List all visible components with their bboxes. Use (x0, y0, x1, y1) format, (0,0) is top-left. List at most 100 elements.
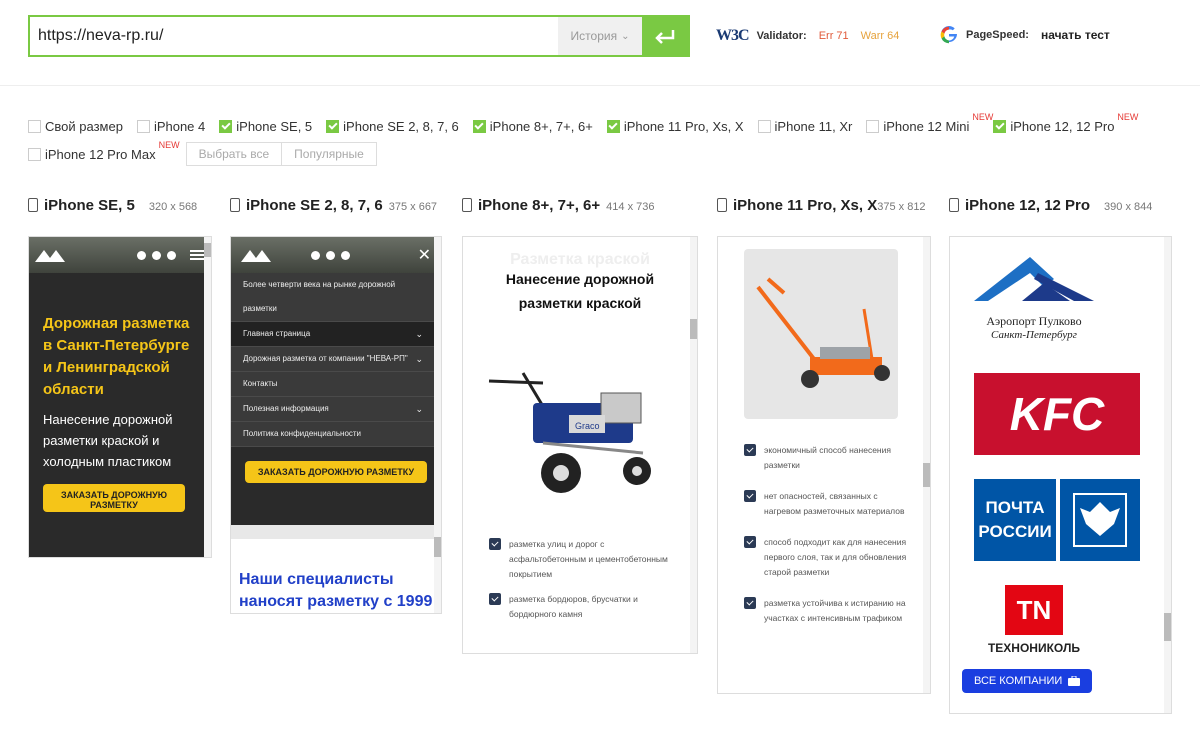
device-label: iPhone 11, Xr (774, 118, 853, 134)
scrollbar-thumb[interactable] (204, 243, 211, 257)
benefit-text: нет опасностей, связанных с нагревом раз… (764, 491, 905, 516)
checkbox[interactable] (757, 119, 771, 133)
phone-icon[interactable] (311, 250, 320, 260)
telegram-icon[interactable] (341, 250, 350, 260)
device-option[interactable]: iPhone 12 Mini NEW (866, 112, 993, 134)
benefits-list: экономичный способ нанесения разметки не… (744, 443, 914, 626)
menu-item-label: Политика конфиденциальности (243, 429, 362, 438)
device-option[interactable]: Свой размер (28, 119, 123, 134)
tehnonikol-logo: TN ТЕХНОНИКОЛЬ (974, 585, 1094, 661)
google-icon (940, 26, 957, 44)
preview-frame[interactable]: экономичный способ нанесения разметки не… (717, 236, 931, 694)
enter-icon (655, 30, 675, 44)
device-option[interactable]: iPhone SE 2, 8, 7, 6 (326, 119, 459, 134)
checkbox[interactable] (472, 119, 486, 133)
new-badge: NEW (1117, 111, 1139, 122)
phone-icon[interactable] (137, 250, 146, 260)
telegram-icon[interactable] (167, 250, 176, 260)
validator-errors-link[interactable]: Err 71 (819, 30, 849, 42)
checkbox[interactable] (993, 119, 1007, 133)
preview-header: iPhone 8+, 7+, 6+ 414 x 736 (462, 196, 654, 218)
site-logo-icon (35, 248, 65, 262)
go-button[interactable] (642, 17, 688, 55)
history-label: История (570, 29, 618, 43)
menu-item[interactable]: Контакты (231, 372, 441, 397)
scrollbar-thumb[interactable] (1164, 613, 1171, 641)
scrollbar[interactable] (690, 237, 697, 653)
preview-frame[interactable]: Дорожная разметка в Санкт-Петербурге и Л… (28, 236, 212, 558)
scrollbar-thumb[interactable] (690, 319, 697, 339)
benefit-item: нет опасностей, связанных с нагревом раз… (744, 489, 914, 519)
tn-badge: TN (1005, 585, 1063, 635)
order-button[interactable]: ЗАКАЗАТЬ ДОРОЖНУЮ РАЗМЕТКУ (245, 461, 427, 483)
scrollbar[interactable] (923, 237, 930, 693)
whatsapp-icon[interactable] (152, 250, 161, 260)
menu-item[interactable]: Более четверти века на рынке дорожной ра… (231, 273, 441, 322)
checkbox-icon (744, 490, 756, 502)
history-dropdown[interactable]: История ⌄ (558, 17, 642, 55)
preview-device-size: 414 x 736 (606, 201, 655, 213)
checkbox[interactable] (866, 119, 880, 133)
section-heading: Наши специалисты наносят разметку с 1999… (231, 539, 441, 613)
close-icon[interactable]: ✕ (418, 245, 431, 265)
site-logo-icon (241, 248, 271, 262)
scrollbar-thumb[interactable] (923, 463, 930, 487)
pulkovo-line2: Санкт-Петербург (991, 329, 1077, 341)
scrollbar-thumb[interactable] (434, 537, 441, 557)
chevron-down-icon[interactable]: ⌄ (415, 322, 423, 346)
pagespeed: PageSpeed: начать тест (940, 26, 1110, 44)
checkbox[interactable] (136, 119, 150, 133)
preview-frame[interactable]: Разметка краской Нанесение дорожной разм… (462, 236, 698, 654)
checkbox[interactable] (326, 119, 340, 133)
scrollbar[interactable] (204, 237, 211, 557)
chevron-down-icon[interactable]: ⌄ (415, 347, 423, 371)
device-option[interactable]: iPhone 12 Pro Max NEW (28, 140, 180, 162)
preview-device-name: iPhone 11 Pro, Xs, X (733, 197, 878, 214)
menu-item[interactable]: Дорожная разметка от компании "НЕВА-РП" ⌄ (231, 347, 441, 372)
benefit-text: способ подходит как для нанесения первог… (764, 537, 907, 577)
preview-frame[interactable]: ✕ Более четверти века на рынке дорожной … (230, 236, 442, 614)
marking-cart-image (756, 277, 890, 388)
checkbox[interactable] (28, 147, 41, 161)
device-label: iPhone 4 (153, 118, 206, 134)
checkbox[interactable] (606, 119, 620, 133)
preview-frame[interactable]: Аэропорт Пулково Санкт-Петербург KFC ПОЧ… (949, 236, 1172, 714)
device-option[interactable]: iPhone SE, 5 (219, 119, 312, 134)
marking-machine-image: Graco (488, 372, 651, 493)
device-option[interactable]: iPhone 11, Xr (757, 118, 853, 134)
scrollbar[interactable] (1164, 237, 1171, 713)
menu-item[interactable]: Главная страница ⌄ (231, 322, 441, 347)
pagespeed-start-link[interactable]: начать тест (1041, 28, 1110, 42)
w3c-validator: W3C Validator: Err 71 Warr 64 (716, 27, 899, 45)
all-companies-button[interactable]: ВСЕ КОМПАНИИ (962, 669, 1093, 693)
menu-icon[interactable] (190, 250, 205, 260)
pochta-line2: РОССИИ (978, 522, 1052, 541)
validator-warnings-link[interactable]: Warr 64 (861, 30, 900, 42)
checkbox[interactable] (28, 119, 41, 133)
checkbox-icon (744, 444, 756, 456)
benefit-text: разметка бордюров, брусчатки и бордюрног… (509, 594, 638, 619)
device-option[interactable]: iPhone 12, 12 Pro NEW (993, 112, 1138, 134)
select-all-button[interactable]: Выбрать все (185, 142, 283, 166)
url-input[interactable] (30, 17, 558, 55)
device-option[interactable]: iPhone 4 (136, 118, 206, 134)
menu-item[interactable]: Полезная информация ⌄ (231, 397, 441, 422)
device-option[interactable]: iPhone 8+, 7+, 6+ (472, 119, 593, 134)
phone-icon (949, 198, 959, 212)
benefit-item: экономичный способ нанесения разметки (744, 443, 914, 473)
device-label: iPhone 11 Pro, Xs, X (623, 118, 744, 134)
whatsapp-icon[interactable] (326, 250, 335, 260)
checkbox[interactable] (219, 119, 233, 133)
device-label: iPhone SE 2, 8, 7, 6 (343, 118, 459, 134)
order-button[interactable]: ЗАКАЗАТЬ ДОРОЖНУЮ РАЗМЕТКУ (43, 484, 185, 512)
menu-item[interactable]: Политика конфиденциальности (231, 422, 441, 447)
kfc-logo: KFC (974, 373, 1140, 455)
menu-item-label: Контакты (243, 379, 278, 388)
chevron-down-icon[interactable]: ⌄ (415, 397, 423, 421)
popular-button[interactable]: Популярные (281, 142, 377, 166)
preview-device-name: iPhone SE, 5 (44, 197, 135, 214)
scrollbar[interactable] (434, 237, 441, 613)
section-heading: Нанесение дорожной разметки краской (505, 271, 655, 311)
site-header: ✕ (231, 237, 441, 273)
device-option[interactable]: iPhone 11 Pro, Xs, X (606, 118, 744, 134)
